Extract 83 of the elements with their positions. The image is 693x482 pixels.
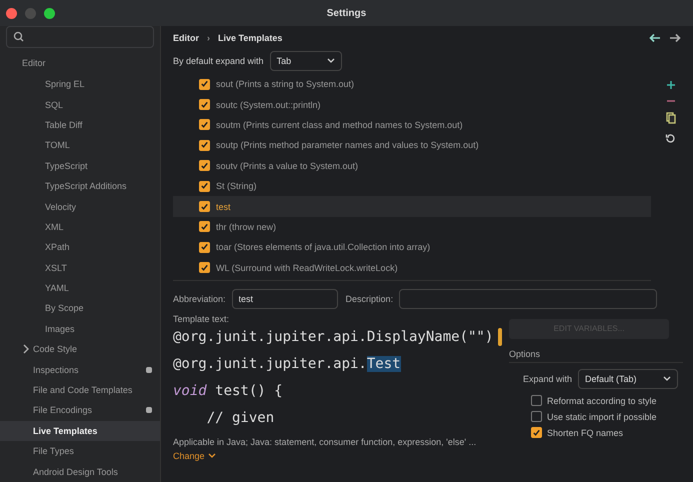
sidebar-item[interactable]: XSLT xyxy=(0,258,160,278)
applicable-contexts-text: Applicable in Java; Java: statement, consumer function, expression, 'else' ... xyxy=(173,436,478,447)
sidebar-item[interactable]: XML xyxy=(0,216,160,238)
sidebar-item[interactable]: Inspections xyxy=(0,359,160,380)
caret-icon xyxy=(326,58,335,64)
sidebar-section-label: Editor xyxy=(21,57,47,70)
checkbox[interactable] xyxy=(199,221,210,232)
sidebar-item[interactable]: Spring EL xyxy=(0,74,160,94)
template-text-label: Template text: xyxy=(173,314,230,324)
caret-icon xyxy=(208,452,216,459)
sidebar-item[interactable]: SQL xyxy=(0,94,160,115)
sidebar-item[interactable]: Velocity xyxy=(0,196,160,217)
template-row[interactable]: soutm (Prints current class and method names to System.out) xyxy=(173,114,651,136)
sidebar-item[interactable]: XPath xyxy=(0,237,160,258)
code-line: // given xyxy=(206,408,274,428)
window-title: Settings xyxy=(326,8,366,18)
checkbox[interactable] xyxy=(531,427,542,438)
expand-with-dropdown[interactable]: Default (Tab) xyxy=(578,368,678,389)
expand-label: By default expand with xyxy=(173,56,264,66)
option-label: Use static import if possible xyxy=(547,412,657,422)
sidebar-item[interactable]: File and Code Templates xyxy=(0,380,160,400)
code-line: @org.junit.jupiter.api.DisplayName("") xyxy=(173,328,494,347)
checkbox[interactable] xyxy=(199,262,210,274)
option-label: Shorten FQ names xyxy=(547,428,624,438)
sidebar-item[interactable]: Table Diff xyxy=(0,114,160,136)
close-button[interactable] xyxy=(6,8,17,18)
sidebar-item[interactable]: TOML xyxy=(0,135,160,156)
code-line: @org.junit.jupiter.api.Test xyxy=(173,354,401,374)
options-title: Options xyxy=(509,348,683,363)
checkbox[interactable] xyxy=(199,99,210,110)
template-row[interactable]: WL (Surround with ReadWriteLock.writeLock) xyxy=(173,258,651,278)
checkbox[interactable] xyxy=(199,242,210,253)
expand-with-label: Expand with xyxy=(523,374,572,384)
back-arrow-icon[interactable] xyxy=(649,33,661,43)
modified-indicator-icon xyxy=(146,366,152,373)
template-row[interactable]: St (String) xyxy=(173,176,651,196)
remove-icon[interactable] xyxy=(666,99,676,103)
sidebar-item[interactable]: TypeScript xyxy=(0,156,160,176)
sidebar-item[interactable]: TypeScript Additions xyxy=(0,176,160,196)
sidebar-item[interactable]: Live Templates xyxy=(0,420,160,442)
expand-dropdown[interactable]: Tab xyxy=(270,51,342,71)
sidebar-item[interactable]: YAML xyxy=(0,278,160,298)
change-link[interactable]: Change xyxy=(173,450,216,461)
checkbox[interactable] xyxy=(199,201,210,212)
zoom-button[interactable] xyxy=(44,8,55,18)
abbreviation-label: Abbreviation: xyxy=(173,294,226,304)
sidebar-item[interactable]: Android Design Tools xyxy=(0,461,160,482)
sidebar-item[interactable]: File Types xyxy=(0,441,160,462)
checkbox[interactable] xyxy=(199,160,210,172)
abbreviation-field[interactable]: test xyxy=(232,288,338,309)
sidebar-item[interactable]: Code Style xyxy=(0,339,160,360)
sidebar-item[interactable]: Images xyxy=(0,318,160,340)
checkbox[interactable] xyxy=(199,78,210,90)
checkbox[interactable] xyxy=(199,140,210,151)
description-field[interactable] xyxy=(399,288,658,309)
checkbox[interactable] xyxy=(531,411,542,422)
search-field[interactable] xyxy=(6,26,154,48)
scroll-marker xyxy=(498,328,502,346)
breadcrumb-item[interactable]: Editor xyxy=(173,33,199,43)
checkbox[interactable] xyxy=(199,180,210,192)
restore-icon[interactable] xyxy=(665,133,676,144)
code-line: void test() { xyxy=(173,382,283,401)
option-label: Reformat according to style xyxy=(547,396,657,406)
template-row[interactable]: sout (Prints a string to System.out) xyxy=(173,74,651,94)
sidebar-item[interactable]: File Encodings xyxy=(0,400,160,421)
template-row[interactable]: soutv (Prints a value to System.out) xyxy=(173,156,651,176)
modified-indicator-icon xyxy=(146,407,152,414)
caret-icon xyxy=(663,376,672,382)
template-row[interactable]: toar (Stores elements of java.util.Collection into array) xyxy=(173,237,651,258)
add-icon[interactable] xyxy=(666,80,676,90)
template-row[interactable]: soutc (System.out::println) xyxy=(173,94,651,115)
checkbox[interactable] xyxy=(199,119,210,130)
template-row[interactable]: thr (throw new) xyxy=(173,216,651,238)
copy-icon[interactable] xyxy=(666,112,676,124)
checkbox[interactable] xyxy=(531,395,542,406)
template-row[interactable]: test xyxy=(173,196,651,217)
chevron-right-icon xyxy=(22,344,30,354)
breadcrumb-item: Live Templates xyxy=(218,33,282,43)
forward-arrow-icon[interactable] xyxy=(669,33,681,43)
template-row[interactable]: soutp (Prints method parameter names and values to System.out) xyxy=(173,135,651,156)
sidebar-item[interactable]: By Scope xyxy=(0,298,160,319)
breadcrumb-separator: › xyxy=(207,33,210,43)
description-label: Description: xyxy=(346,294,394,304)
